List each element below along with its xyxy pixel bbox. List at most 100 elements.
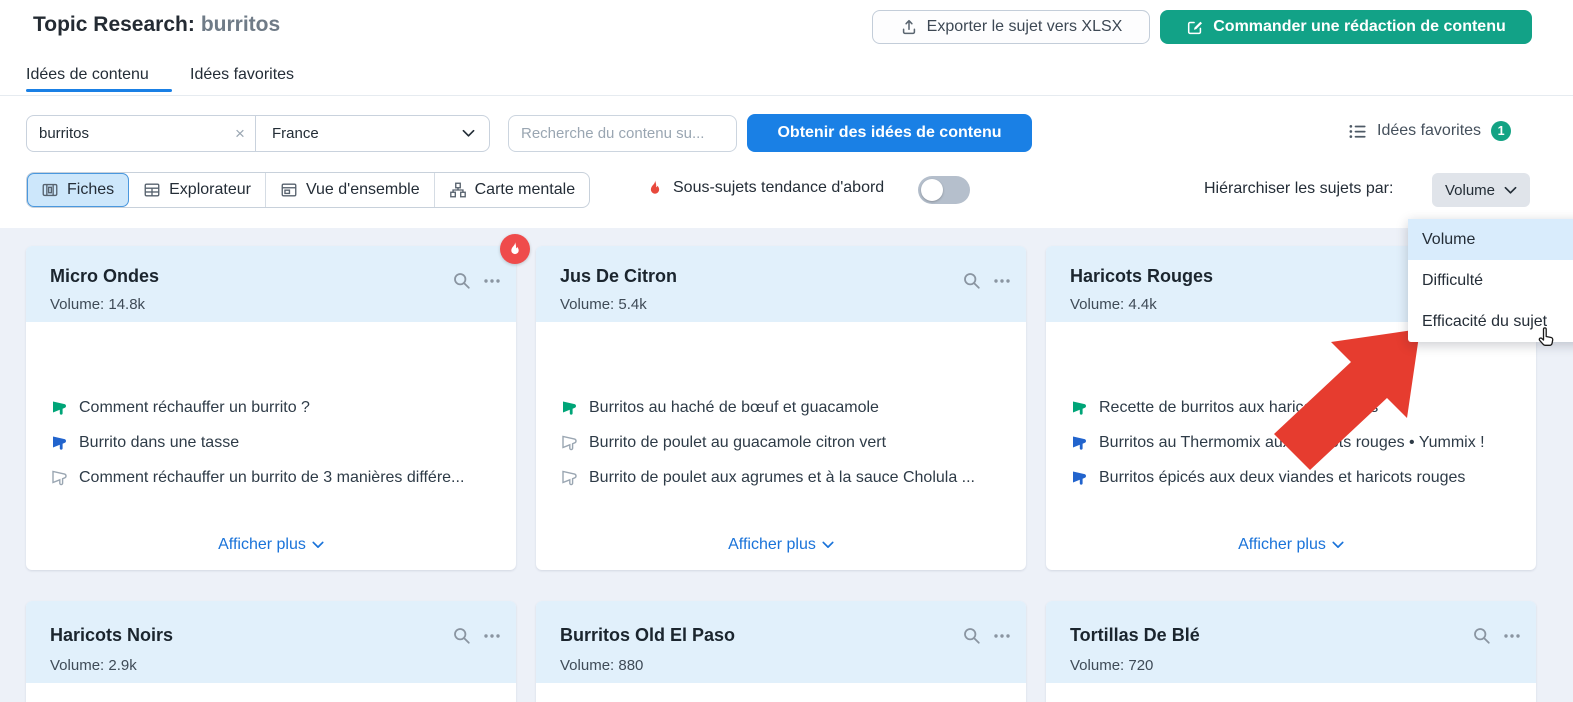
headline-item[interactable]: Burritos au haché de bœuf et guacamole (560, 396, 1010, 420)
sort-by-select[interactable]: Volume (1432, 173, 1530, 207)
view-tab-vue-densemble-label: Vue d'ensemble (305, 181, 420, 198)
sort-dropdown-menu: Volume Difficulté Efficacité du sujet (1408, 219, 1573, 342)
overview-view-icon (281, 183, 297, 197)
more-options-icon[interactable] (482, 626, 502, 646)
view-tab-carte-mentale-label: Carte mentale (474, 181, 576, 198)
card-title: Haricots Rouges (1070, 266, 1214, 286)
view-tab-explorateur-label: Explorateur (169, 181, 251, 198)
favorite-ideas-link[interactable]: Idées favorites 1 (1348, 121, 1512, 141)
megaphone-icon (53, 436, 66, 450)
favorite-ideas-label: Idées favorites (1377, 122, 1482, 139)
clear-search-icon[interactable]: × (225, 124, 255, 144)
view-tab-explorateur[interactable]: Explorateur (129, 173, 266, 207)
trending-toggle-switch[interactable] (918, 176, 970, 204)
mindmap-view-icon (449, 182, 466, 198)
topic-card-tortillas-de-ble: Tortillas De Blé Volume: 720 (1046, 601, 1536, 702)
headline-text: Burrito de poulet aux agrumes et à la sa… (589, 469, 975, 486)
export-xlsx-button[interactable]: Exporter le sujet vers XLSX (872, 10, 1150, 44)
tab-content-ideas-label: Idées de contenu (26, 66, 149, 83)
card-volume: Volume: 720 (1070, 657, 1154, 674)
tab-favorite-ideas[interactable]: Idées favorites (190, 66, 294, 84)
order-label: Commander une rédaction de contenu (1213, 18, 1506, 35)
trending-toggle-label: Sous-sujets tendance d'abord (673, 179, 885, 196)
card-volume: Volume: 4.4k (1070, 296, 1157, 313)
sort-option-efficacite[interactable]: Efficacité du sujet (1408, 301, 1573, 342)
search-icon[interactable] (452, 626, 472, 646)
search-icon[interactable] (962, 626, 982, 646)
megaphone-icon (53, 401, 66, 415)
chevron-down-icon (312, 541, 324, 548)
list-icon (1349, 124, 1366, 138)
favorites-count-badge: 1 (1491, 121, 1512, 141)
headline-item[interactable]: Burrito de poulet aux agrumes et à la sa… (560, 466, 1010, 490)
headline-text: Burrito de poulet au guacamole citron ve… (589, 434, 887, 451)
order-content-button[interactable]: Commander une rédaction de contenu (1160, 10, 1532, 44)
view-tab-vue-densemble[interactable]: Vue d'ensemble (266, 173, 435, 207)
sort-by-label: Hiérarchiser les sujets par: (1204, 180, 1394, 197)
megaphone-icon (1073, 401, 1086, 415)
show-more-link[interactable]: Afficher plus (26, 536, 516, 554)
search-icon[interactable] (962, 271, 982, 291)
chevron-down-icon (462, 129, 475, 137)
more-options-icon[interactable] (992, 626, 1012, 646)
view-tab-fiches-label: Fiches (67, 181, 115, 198)
card-title: Burritos Old El Paso (560, 625, 736, 645)
sort-option-volume-label: Volume (1422, 230, 1476, 248)
topic-research-app: Topic Research: burritos Exporter le suje… (0, 0, 1573, 702)
card-title: Jus De Citron (560, 266, 678, 286)
headline-text: Comment réchauffer un burrito de 3 maniè… (79, 469, 465, 486)
content-search-input[interactable] (508, 115, 737, 152)
card-volume: Volume: 5.4k (560, 296, 647, 313)
show-more-link[interactable]: Afficher plus (1046, 536, 1536, 554)
fire-icon (650, 180, 660, 194)
topic-card-jus-de-citron: Jus De Citron Volume: 5.4k Burritos au h… (536, 246, 1026, 570)
headline-text: Burrito dans une tasse (79, 434, 240, 451)
headline-item[interactable]: Comment réchauffer un burrito ? (50, 396, 500, 420)
sort-option-difficulte-label: Difficulté (1422, 271, 1484, 289)
show-more-label: Afficher plus (1238, 536, 1326, 553)
page-title-query: burritos (200, 13, 281, 36)
headline-item[interactable]: Recette de burritos aux haricots rouges (1070, 396, 1520, 420)
search-icon[interactable] (1472, 626, 1492, 646)
get-ideas-label: Obtenir des idées de contenu (777, 124, 1002, 141)
show-more-label: Afficher plus (728, 536, 816, 553)
view-tab-fiches[interactable]: Fiches (27, 173, 130, 207)
card-volume: Volume: 2.9k (50, 657, 137, 674)
country-select[interactable]: France (256, 116, 489, 151)
sort-option-volume[interactable]: Volume (1408, 219, 1573, 260)
fire-icon (511, 242, 519, 255)
card-volume: Volume: 880 (560, 657, 644, 674)
headline-item[interactable]: Burritos épicés aux deux viandes et hari… (1070, 466, 1520, 490)
topic-search-input[interactable] (39, 125, 225, 142)
tab-content-ideas[interactable]: Idées de contenu (26, 66, 149, 84)
more-options-icon[interactable] (1502, 626, 1522, 646)
megaphone-icon (562, 435, 577, 451)
headline-item[interactable]: Burrito de poulet au guacamole citron ve… (560, 431, 1010, 455)
sort-by-value: Volume (1444, 181, 1496, 199)
toggle-knob (921, 179, 943, 201)
view-tab-carte-mentale[interactable]: Carte mentale (435, 173, 590, 207)
country-select-value: France (272, 125, 319, 142)
get-ideas-button[interactable]: Obtenir des idées de contenu (747, 114, 1032, 152)
headline-item[interactable]: Comment réchauffer un burrito de 3 maniè… (50, 466, 500, 490)
show-more-link[interactable]: Afficher plus (536, 536, 1026, 554)
more-options-icon[interactable] (482, 271, 502, 291)
headline-item[interactable]: Burritos au Thermomix aux haricots rouge… (1070, 431, 1520, 455)
cards-view-icon (42, 183, 58, 197)
search-icon[interactable] (452, 271, 472, 291)
active-tab-underline (26, 89, 172, 92)
chevron-down-icon (1504, 186, 1517, 194)
search-group: × France (26, 115, 490, 152)
card-volume: Volume: 14.8k (50, 296, 146, 313)
header-divider (0, 95, 1573, 96)
show-more-label: Afficher plus (218, 536, 306, 553)
megaphone-icon (563, 401, 576, 415)
headline-text: Burritos au Thermomix aux haricots rouge… (1099, 434, 1485, 451)
sort-option-difficulte[interactable]: Difficulté (1408, 260, 1573, 301)
export-label: Exporter le sujet vers XLSX (926, 18, 1123, 35)
headline-text: Burritos au haché de bœuf et guacamole (589, 399, 879, 416)
view-switcher: Fiches Explorateur Vue d'ensemble Carte … (26, 172, 591, 208)
topic-card-micro-ondes: Micro Ondes Volume: 14.8k Comment réchau… (26, 246, 516, 570)
more-options-icon[interactable] (992, 271, 1012, 291)
headline-item[interactable]: Burrito dans une tasse (50, 431, 500, 455)
